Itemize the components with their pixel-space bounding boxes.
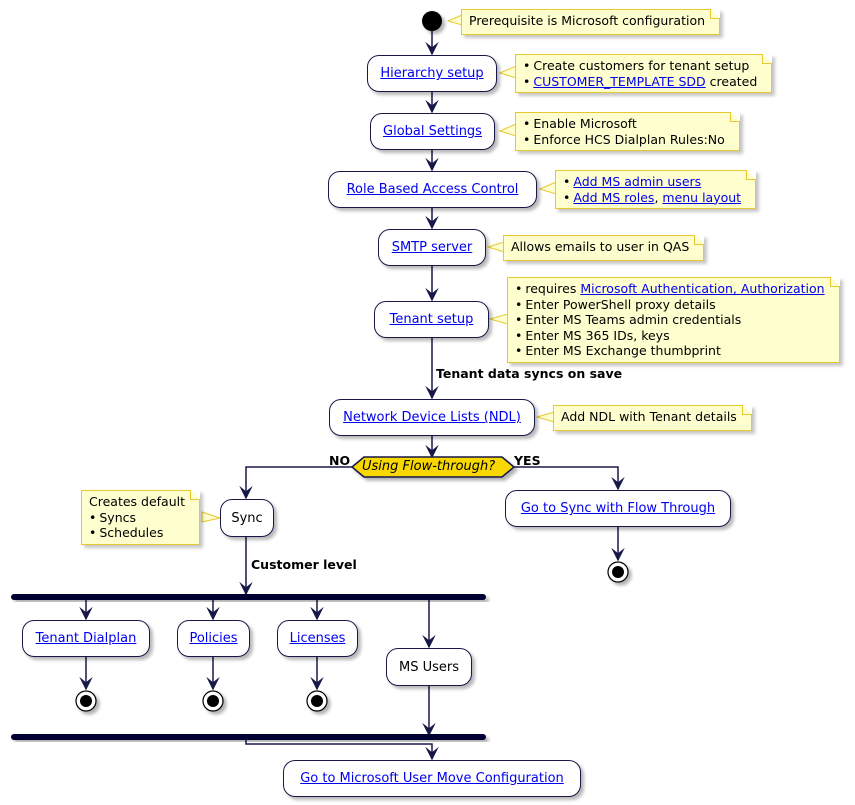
note-sync: Creates default Syncs Schedules [81, 490, 201, 545]
note-tail-tenant [488, 313, 509, 325]
note-hierarchy: Create customers for tenant setup CUSTOM… [515, 54, 773, 93]
note-item: CUSTOMER_TEMPLATE SDD created [523, 74, 757, 90]
add-ms-admin-users-link[interactable]: Add MS admin users [573, 174, 701, 189]
note-item: Add MS admin users [563, 174, 741, 190]
end-node-licenses [306, 690, 328, 712]
note-text: Add NDL with Tenant details [561, 409, 737, 424]
flow-through-node: Go to Sync with Flow Through [505, 490, 731, 527]
note-tail-smtp [486, 241, 505, 253]
customer-template-link[interactable]: CUSTOMER_TEMPLATE SDD [533, 74, 705, 89]
rbac-node: Role Based Access Control [328, 171, 537, 208]
edge-label-yes: YES [514, 453, 541, 468]
note-rbac: Add MS admin users Add MS roles, menu la… [555, 170, 757, 209]
ndl-node: Network Device Lists (NDL) [329, 399, 535, 436]
note-text: Prerequisite is Microsoft configuration [469, 13, 706, 28]
user-move-link[interactable]: Go to Microsoft User Move Configuration [300, 771, 564, 786]
note-smtp: Allows emails to user in QAS [503, 235, 705, 261]
note-item: requires Microsoft Authentication, Autho… [515, 281, 824, 297]
tenant-setup-link[interactable]: Tenant setup [390, 312, 474, 327]
rbac-link[interactable]: Role Based Access Control [347, 182, 519, 197]
add-ms-roles-link[interactable]: Add MS roles [573, 190, 654, 205]
note-item: Enable Microsoft [523, 116, 725, 132]
note-item: Enter PowerShell proxy details [515, 297, 825, 313]
edge-label-no: NO [329, 453, 351, 468]
hierarchy-setup-node: Hierarchy setup [367, 55, 497, 92]
sync-node: Sync [220, 499, 274, 537]
edge-label-customer-level: Customer level [251, 557, 357, 572]
note-tail-ndl [535, 411, 555, 423]
note-item: Add MS roles, menu layout [563, 190, 741, 206]
edge-decision-yes [513, 466, 625, 491]
note-text: Allows emails to user in QAS [511, 239, 690, 254]
note-prerequisite: Prerequisite is Microsoft configuration [461, 9, 721, 35]
start-node [422, 11, 442, 31]
sync-label: Sync [231, 510, 263, 526]
note-ndl: Add NDL with Tenant details [553, 405, 752, 431]
tenant-setup-node: Tenant setup [374, 301, 489, 338]
policies-link[interactable]: Policies [189, 631, 237, 646]
note-tail-start [446, 14, 463, 26]
note-global-settings: Enable Microsoft Enforce HCS Dialplan Ru… [515, 112, 740, 151]
end-node-dialplan [75, 690, 97, 712]
note-tail-global [498, 123, 517, 137]
note-item: Enter MS Exchange thumbprint [515, 343, 825, 359]
note-title: Creates default [89, 494, 186, 509]
note-item: Enforce HCS Dialplan Rules:No [523, 132, 724, 148]
licenses-node: Licenses [277, 620, 358, 657]
ms-users-label: MS Users [398, 659, 459, 675]
note-tail-hierarchy [498, 65, 517, 79]
note-tail-rbac [538, 181, 557, 195]
tenant-dialplan-node: Tenant Dialplan [22, 620, 150, 657]
note-item: Schedules [89, 525, 185, 541]
licenses-link[interactable]: Licenses [290, 631, 346, 646]
note-item: Create customers for tenant setup [523, 58, 757, 74]
menu-layout-link[interactable]: menu layout [662, 190, 741, 205]
hierarchy-setup-link[interactable]: Hierarchy setup [380, 66, 483, 81]
ms-auth-link[interactable]: Microsoft Authentication, Authorization [580, 281, 824, 296]
note-item: Syncs [89, 510, 185, 526]
smtp-server-link[interactable]: SMTP server [392, 240, 473, 255]
smtp-server-node: SMTP server [378, 229, 486, 266]
edge-decision-no [239, 466, 352, 500]
global-settings-node: Global Settings [370, 113, 495, 150]
fork-bar [11, 594, 486, 600]
decision-label: Using Flow-through? [362, 459, 496, 474]
note-tenant-setup: requires Microsoft Authentication, Autho… [507, 277, 840, 363]
global-settings-link[interactable]: Global Settings [383, 124, 482, 139]
ndl-link[interactable]: Network Device Lists (NDL) [343, 410, 521, 425]
ms-users-node: MS Users [386, 648, 472, 686]
note-tail-sync [201, 511, 222, 523]
tenant-dialplan-link[interactable]: Tenant Dialplan [36, 631, 137, 646]
policies-node: Policies [177, 620, 250, 657]
edge-label-tenant-sync: Tenant data syncs on save [436, 366, 623, 381]
end-node-flow-through [607, 561, 629, 583]
flow-through-link[interactable]: Go to Sync with Flow Through [521, 501, 715, 516]
edge-join-user-move [245, 740, 439, 761]
note-item: Enter MS 365 IDs, keys [515, 328, 825, 344]
join-bar [11, 734, 486, 740]
user-move-node: Go to Microsoft User Move Configuration [283, 760, 581, 797]
end-node-policies [202, 690, 224, 712]
note-item: Enter MS Teams admin credentials [515, 312, 825, 328]
